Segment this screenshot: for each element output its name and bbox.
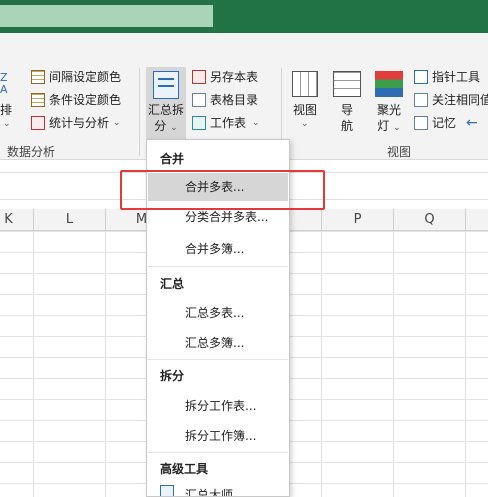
annotation-highlight-box <box>120 170 325 210</box>
memory-label: 记忆 <box>432 116 457 130</box>
spotlight-label-1: 聚光 <box>376 103 401 117</box>
pointer-icon <box>414 69 428 84</box>
grid-color-icon <box>31 69 45 84</box>
summary-split-label-2: 分 ⌄ <box>154 119 178 133</box>
group-label-data-analysis: 数据分析 <box>7 145 56 159</box>
navigation-label-2: 航 <box>340 119 353 133</box>
navigation-label-1: 导 <box>340 103 353 117</box>
spotlight-icon <box>375 71 403 97</box>
view-icon <box>292 71 318 97</box>
menu-item-split-worksheet[interactable]: 拆分工作表... <box>148 392 288 420</box>
menu-item-summary-master-label: 汇总大师 <box>185 488 234 496</box>
interval-color-label: 间隔设定颜色 <box>49 70 122 84</box>
save-copy-button[interactable]: 另存本表 <box>192 68 258 85</box>
pointer-tool-button[interactable]: 指针工具 <box>414 68 480 85</box>
chevron-down-icon: ⌄ <box>170 123 178 133</box>
interval-color-button[interactable]: 间隔设定颜色 <box>31 68 121 85</box>
save-copy-icon <box>192 69 206 84</box>
column-header-k[interactable]: K <box>0 209 34 231</box>
menu-item-summary-master[interactable]: 汇总大师 <box>148 482 288 496</box>
sort-fragment-mid: A <box>0 83 8 96</box>
follow-same-value-label: 关注相同值 <box>432 93 488 107</box>
grid-line <box>393 231 394 497</box>
column-header-q[interactable]: Q <box>394 209 466 231</box>
sort-fragment-label: 排 <box>0 103 13 117</box>
navigation-icon <box>333 71 361 97</box>
sort-az-button[interactable]: Z A 排 <box>0 71 14 119</box>
memory-icon <box>414 115 428 130</box>
grid-line <box>105 231 106 497</box>
arrow-left-icon[interactable]: ← <box>466 115 478 131</box>
ribbon-separator <box>139 68 140 156</box>
directory-icon <box>192 92 206 107</box>
view-button[interactable]: 视图 ⌄ <box>288 67 322 141</box>
menu-section-split: 拆分 <box>160 369 185 383</box>
menu-item-merge-workbooks[interactable]: 合并多簿... <box>148 235 288 263</box>
menu-section-summary: 汇总 <box>160 277 185 291</box>
menu-item-summary-sheets[interactable]: 汇总多表... <box>148 299 288 327</box>
follow-icon <box>414 92 428 107</box>
navigation-button[interactable]: 导 航 <box>331 67 363 141</box>
statistics-icon <box>31 115 45 130</box>
split-sheets-icon <box>153 71 179 99</box>
group-label-view: 视图 <box>387 145 412 159</box>
menu-item-summary-workbooks[interactable]: 汇总多簿... <box>148 329 288 357</box>
column-header-l[interactable]: L <box>34 209 106 231</box>
title-bar <box>0 0 488 33</box>
worksheet-icon <box>192 115 206 130</box>
chevron-down-icon: ⌄ <box>252 117 260 128</box>
spotlight-button[interactable]: 聚光 灯 ⌄ <box>372 67 406 141</box>
summary-split-button[interactable]: 汇总拆 分 ⌄ <box>146 67 186 141</box>
chevron-down-icon: ⌄ <box>393 123 401 133</box>
view-label: 视图 <box>292 103 317 117</box>
worksheet-label: 工作表 <box>210 116 247 130</box>
worksheet-button[interactable]: 工作表 ⌄ <box>192 114 260 131</box>
menu-divider <box>148 359 288 360</box>
summary-split-label-1: 汇总拆 <box>147 103 184 117</box>
condition-color-icon <box>31 92 45 107</box>
menu-item-split-workbook[interactable]: 拆分工作簿... <box>148 422 288 450</box>
chevron-down-icon: ⌄ <box>301 119 309 129</box>
menu-divider <box>148 266 288 267</box>
summary-master-icon <box>160 485 174 496</box>
grid-line <box>321 231 322 497</box>
follow-same-value-button[interactable]: 关注相同值 <box>414 91 488 108</box>
grid-line <box>33 231 34 497</box>
grid-line <box>465 231 466 497</box>
chevron-down-icon: ⌄ <box>113 117 121 128</box>
menu-section-advanced-tools: 高级工具 <box>160 462 209 476</box>
condition-color-label: 条件设定颜色 <box>49 93 122 107</box>
menu-section-merge: 合并 <box>160 152 185 166</box>
pointer-tool-label: 指针工具 <box>432 70 481 84</box>
memory-button[interactable]: 记忆 ← <box>414 114 478 131</box>
column-header-p[interactable]: P <box>322 209 394 231</box>
sheet-directory-button[interactable]: 表格目录 <box>192 91 258 108</box>
chevron-down-icon: ⌄ <box>3 119 11 129</box>
search-box[interactable] <box>0 5 213 27</box>
statistics-analysis-button[interactable]: 统计与分析 ⌄ <box>31 114 121 131</box>
spotlight-label-2: 灯 ⌄ <box>377 119 401 133</box>
menu-divider <box>148 452 288 453</box>
condition-color-button[interactable]: 条件设定颜色 <box>31 91 121 108</box>
statistics-label: 统计与分析 <box>49 116 110 130</box>
save-copy-label: 另存本表 <box>210 70 259 84</box>
sheet-directory-label: 表格目录 <box>210 93 259 107</box>
